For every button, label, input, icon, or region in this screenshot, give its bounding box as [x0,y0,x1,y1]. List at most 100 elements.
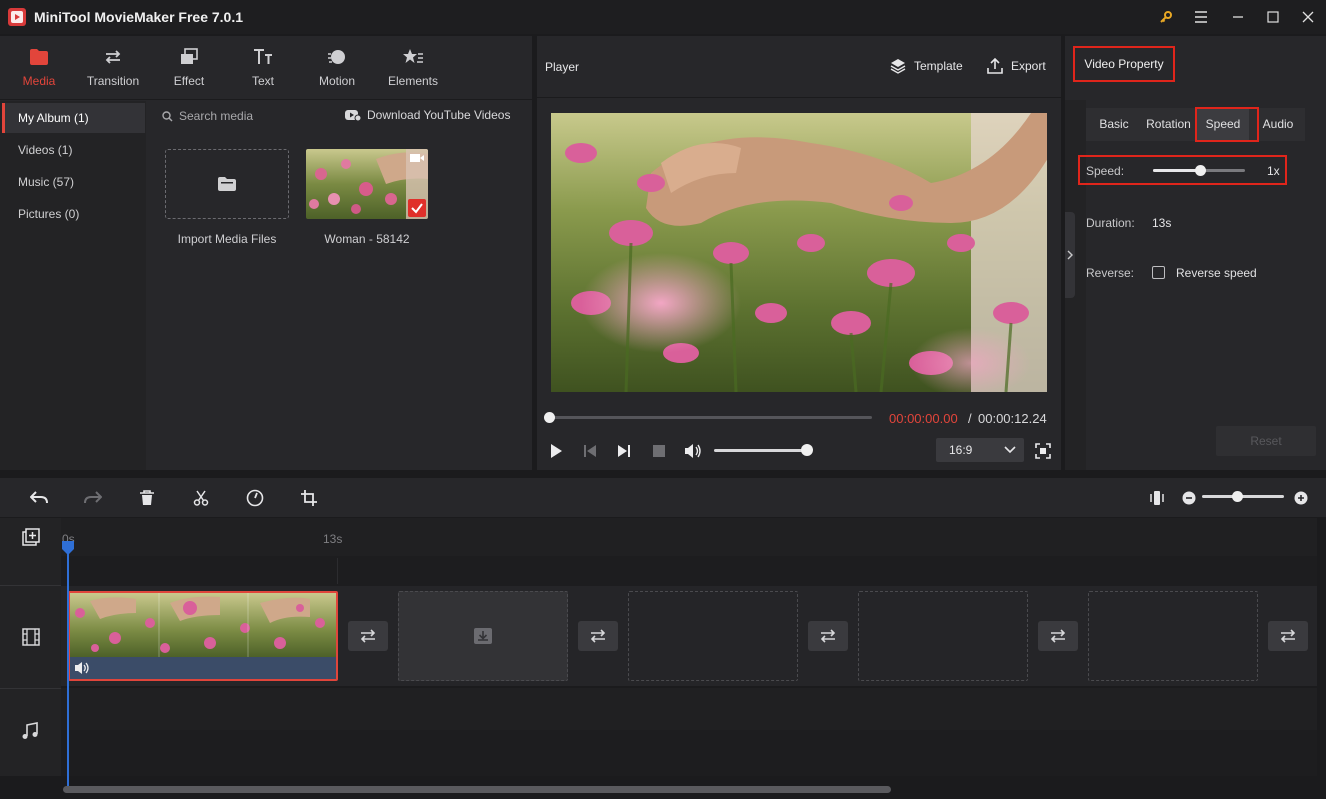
music-track-stripe [61,730,1317,776]
speaker-icon[interactable] [74,661,90,675]
tab-effect[interactable]: Effect [152,46,226,92]
search-icon [162,110,173,122]
swap-arrows-icon [819,629,837,643]
maximize-icon[interactable] [1261,6,1285,28]
timeline-horizontal-scrollbar[interactable] [63,786,891,793]
elements-icon [403,46,423,68]
text-icon [253,46,273,68]
export-label: Export [1011,59,1046,73]
transition-slot-button[interactable] [348,621,388,651]
reverse-label: Reverse: [1086,266,1135,280]
speed-gauge-icon[interactable] [244,487,266,509]
menu-icon[interactable] [1189,6,1213,28]
tab-motion[interactable]: Motion [300,46,374,92]
total-time: 00:00:12.24 [978,411,1047,426]
zoom-slider[interactable] [1202,495,1284,498]
download-youtube-button[interactable]: Download YouTube Videos [345,108,510,122]
media-thumbnail-woman[interactable] [306,149,428,219]
zoom-out-icon[interactable] [1178,487,1200,509]
clip-drop-slot[interactable] [398,591,568,681]
reverse-speed-checkbox[interactable] [1152,266,1165,279]
time-ruler[interactable] [61,518,1317,556]
video-preview[interactable] [551,113,1047,392]
close-icon[interactable] [1296,6,1320,28]
tab-elements-label: Elements [387,74,439,88]
volume-slider[interactable] [714,449,807,452]
playhead[interactable] [67,552,69,792]
zoom-slider-thumb[interactable] [1232,491,1243,502]
album-item-my-album[interactable]: My Album (1) [2,103,145,133]
previous-frame-icon[interactable] [580,441,600,461]
import-media-button[interactable] [165,149,289,219]
selected-check-icon [408,199,426,217]
transition-slot-button[interactable] [578,621,618,651]
fit-timeline-icon[interactable] [1146,487,1168,509]
media-item-label: Woman - 58142 [324,232,410,246]
import-icon [473,627,493,645]
tab-elements[interactable]: Elements [376,46,450,92]
video-property-panel [1065,36,1326,470]
tab-basic[interactable]: Basic [1090,108,1138,141]
zoom-in-icon[interactable] [1290,487,1312,509]
tab-effect-label: Effect [173,74,205,88]
tab-audio[interactable]: Audio [1254,108,1302,141]
search-placeholder: Search media [179,109,254,123]
duration-value: 13s [1152,216,1172,230]
transition-slot-button[interactable] [1038,621,1078,651]
music-note-icon [22,722,38,740]
tab-transition[interactable]: Transition [76,46,150,92]
fullscreen-icon[interactable] [1033,441,1053,461]
empty-clip-slot[interactable] [628,591,798,681]
next-frame-icon[interactable] [614,441,634,461]
video-property-title: Video Property [1073,46,1175,82]
film-strip-icon [22,628,40,646]
play-icon[interactable] [546,441,566,461]
export-icon [987,58,1003,74]
reset-button[interactable]: Reset [1216,426,1316,456]
search-media-input[interactable]: Search media [162,109,253,123]
collapse-panel-button[interactable] [1065,212,1075,298]
redo-icon[interactable] [82,487,104,509]
scissors-icon[interactable] [190,487,212,509]
ruler-label-end: 13s [323,532,343,546]
clip-audio-bar[interactable] [70,657,336,679]
template-button[interactable]: Template [890,58,963,74]
empty-clip-slot[interactable] [858,591,1028,681]
delete-icon[interactable] [136,487,158,509]
tab-text-label: Text [251,74,274,88]
layers-icon [180,46,198,68]
tab-rotation[interactable]: Rotation [1141,108,1196,141]
speed-slider-thumb[interactable] [1195,165,1206,176]
volume-slider-thumb[interactable] [801,444,813,456]
ruler-tick [337,558,338,584]
playhead-handle[interactable] [61,540,75,556]
add-track-icon[interactable] [22,528,42,548]
key-icon[interactable] [1154,6,1178,28]
player-title: Player [545,60,580,74]
stop-icon[interactable] [649,441,669,461]
download-youtube-label: Download YouTube Videos [367,108,511,122]
album-item-pictures[interactable]: Pictures (0) [2,199,145,229]
playback-progress-thumb[interactable] [544,412,555,423]
export-button[interactable]: Export [987,58,1046,74]
transition-slot-button[interactable] [1268,621,1308,651]
tab-transition-label: Transition [86,74,140,88]
empty-clip-slot[interactable] [1088,591,1258,681]
aspect-ratio-select[interactable]: 16:9 [936,438,1024,462]
volume-icon[interactable] [683,441,703,461]
album-item-videos[interactable]: Videos (1) [2,135,145,165]
tab-media[interactable]: Media [2,46,76,92]
swap-arrows-icon [1279,629,1297,643]
undo-icon[interactable] [28,487,50,509]
transition-slot-button[interactable] [808,621,848,651]
tab-text[interactable]: Text [226,46,300,92]
download-icon [345,109,361,121]
minimize-icon[interactable] [1226,6,1250,28]
playback-progress-bar[interactable] [551,416,872,419]
app-title: MiniTool MovieMaker Free 7.0.1 [34,9,244,25]
album-item-music[interactable]: Music (57) [2,167,145,197]
time-separator: / [968,411,972,426]
crop-icon[interactable] [298,487,320,509]
reverse-speed-label[interactable]: Reverse speed [1176,266,1257,280]
swap-arrows-icon [103,46,123,68]
